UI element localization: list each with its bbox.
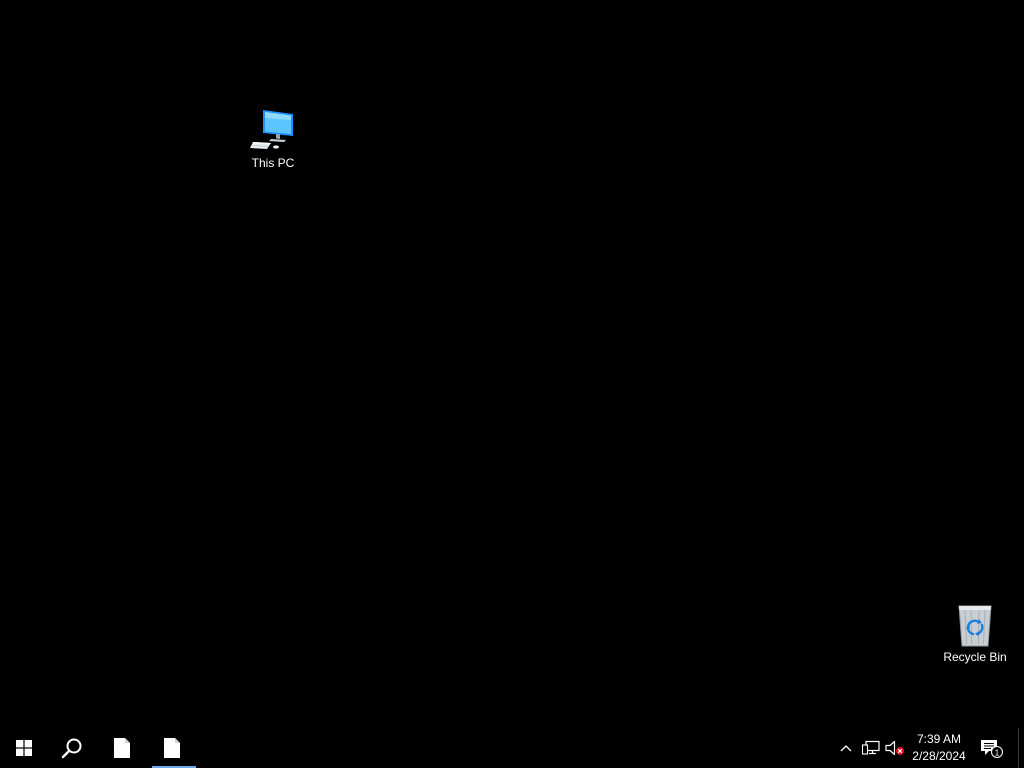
action-center-icon: 1	[981, 740, 1003, 758]
clock-time: 7:39 AM	[916, 732, 962, 746]
search-icon	[61, 738, 82, 759]
desktop[interactable]: This PC Recycle Bin	[0, 0, 1024, 728]
volume-button[interactable]	[884, 728, 906, 768]
windows-logo-icon	[16, 740, 32, 756]
start-button[interactable]	[0, 728, 48, 768]
this-pc-icon	[250, 110, 293, 149]
network-status-button[interactable]	[860, 728, 882, 768]
taskbar: 7:39 AM 2/28/2024 1	[0, 728, 1024, 768]
search-button[interactable]	[48, 728, 96, 768]
taskbar-app-button-active[interactable]	[148, 728, 196, 768]
recycle-bin-icon	[958, 605, 992, 647]
blank-document-icon	[114, 738, 130, 758]
chevron-up-icon	[840, 745, 852, 752]
this-pc-shortcut[interactable]: This PC	[235, 106, 311, 170]
blank-document-icon	[164, 738, 180, 758]
show-hidden-icons-button[interactable]	[836, 728, 856, 768]
this-pc-label: This PC	[251, 156, 295, 170]
recycle-bin-shortcut[interactable]: Recycle Bin	[937, 600, 1013, 664]
notification-count-badge: 1	[995, 747, 1000, 757]
action-center-button[interactable]: 1	[978, 728, 1006, 768]
recycle-bin-label: Recycle Bin	[943, 650, 1007, 664]
clock-date: 2/28/2024	[912, 749, 966, 763]
volume-muted-icon	[885, 740, 904, 756]
show-desktop-button[interactable]	[1018, 728, 1024, 768]
taskbar-app-button[interactable]	[98, 728, 146, 768]
network-icon	[862, 740, 880, 755]
clock-button[interactable]: 7:39 AM 2/28/2024	[906, 728, 972, 768]
